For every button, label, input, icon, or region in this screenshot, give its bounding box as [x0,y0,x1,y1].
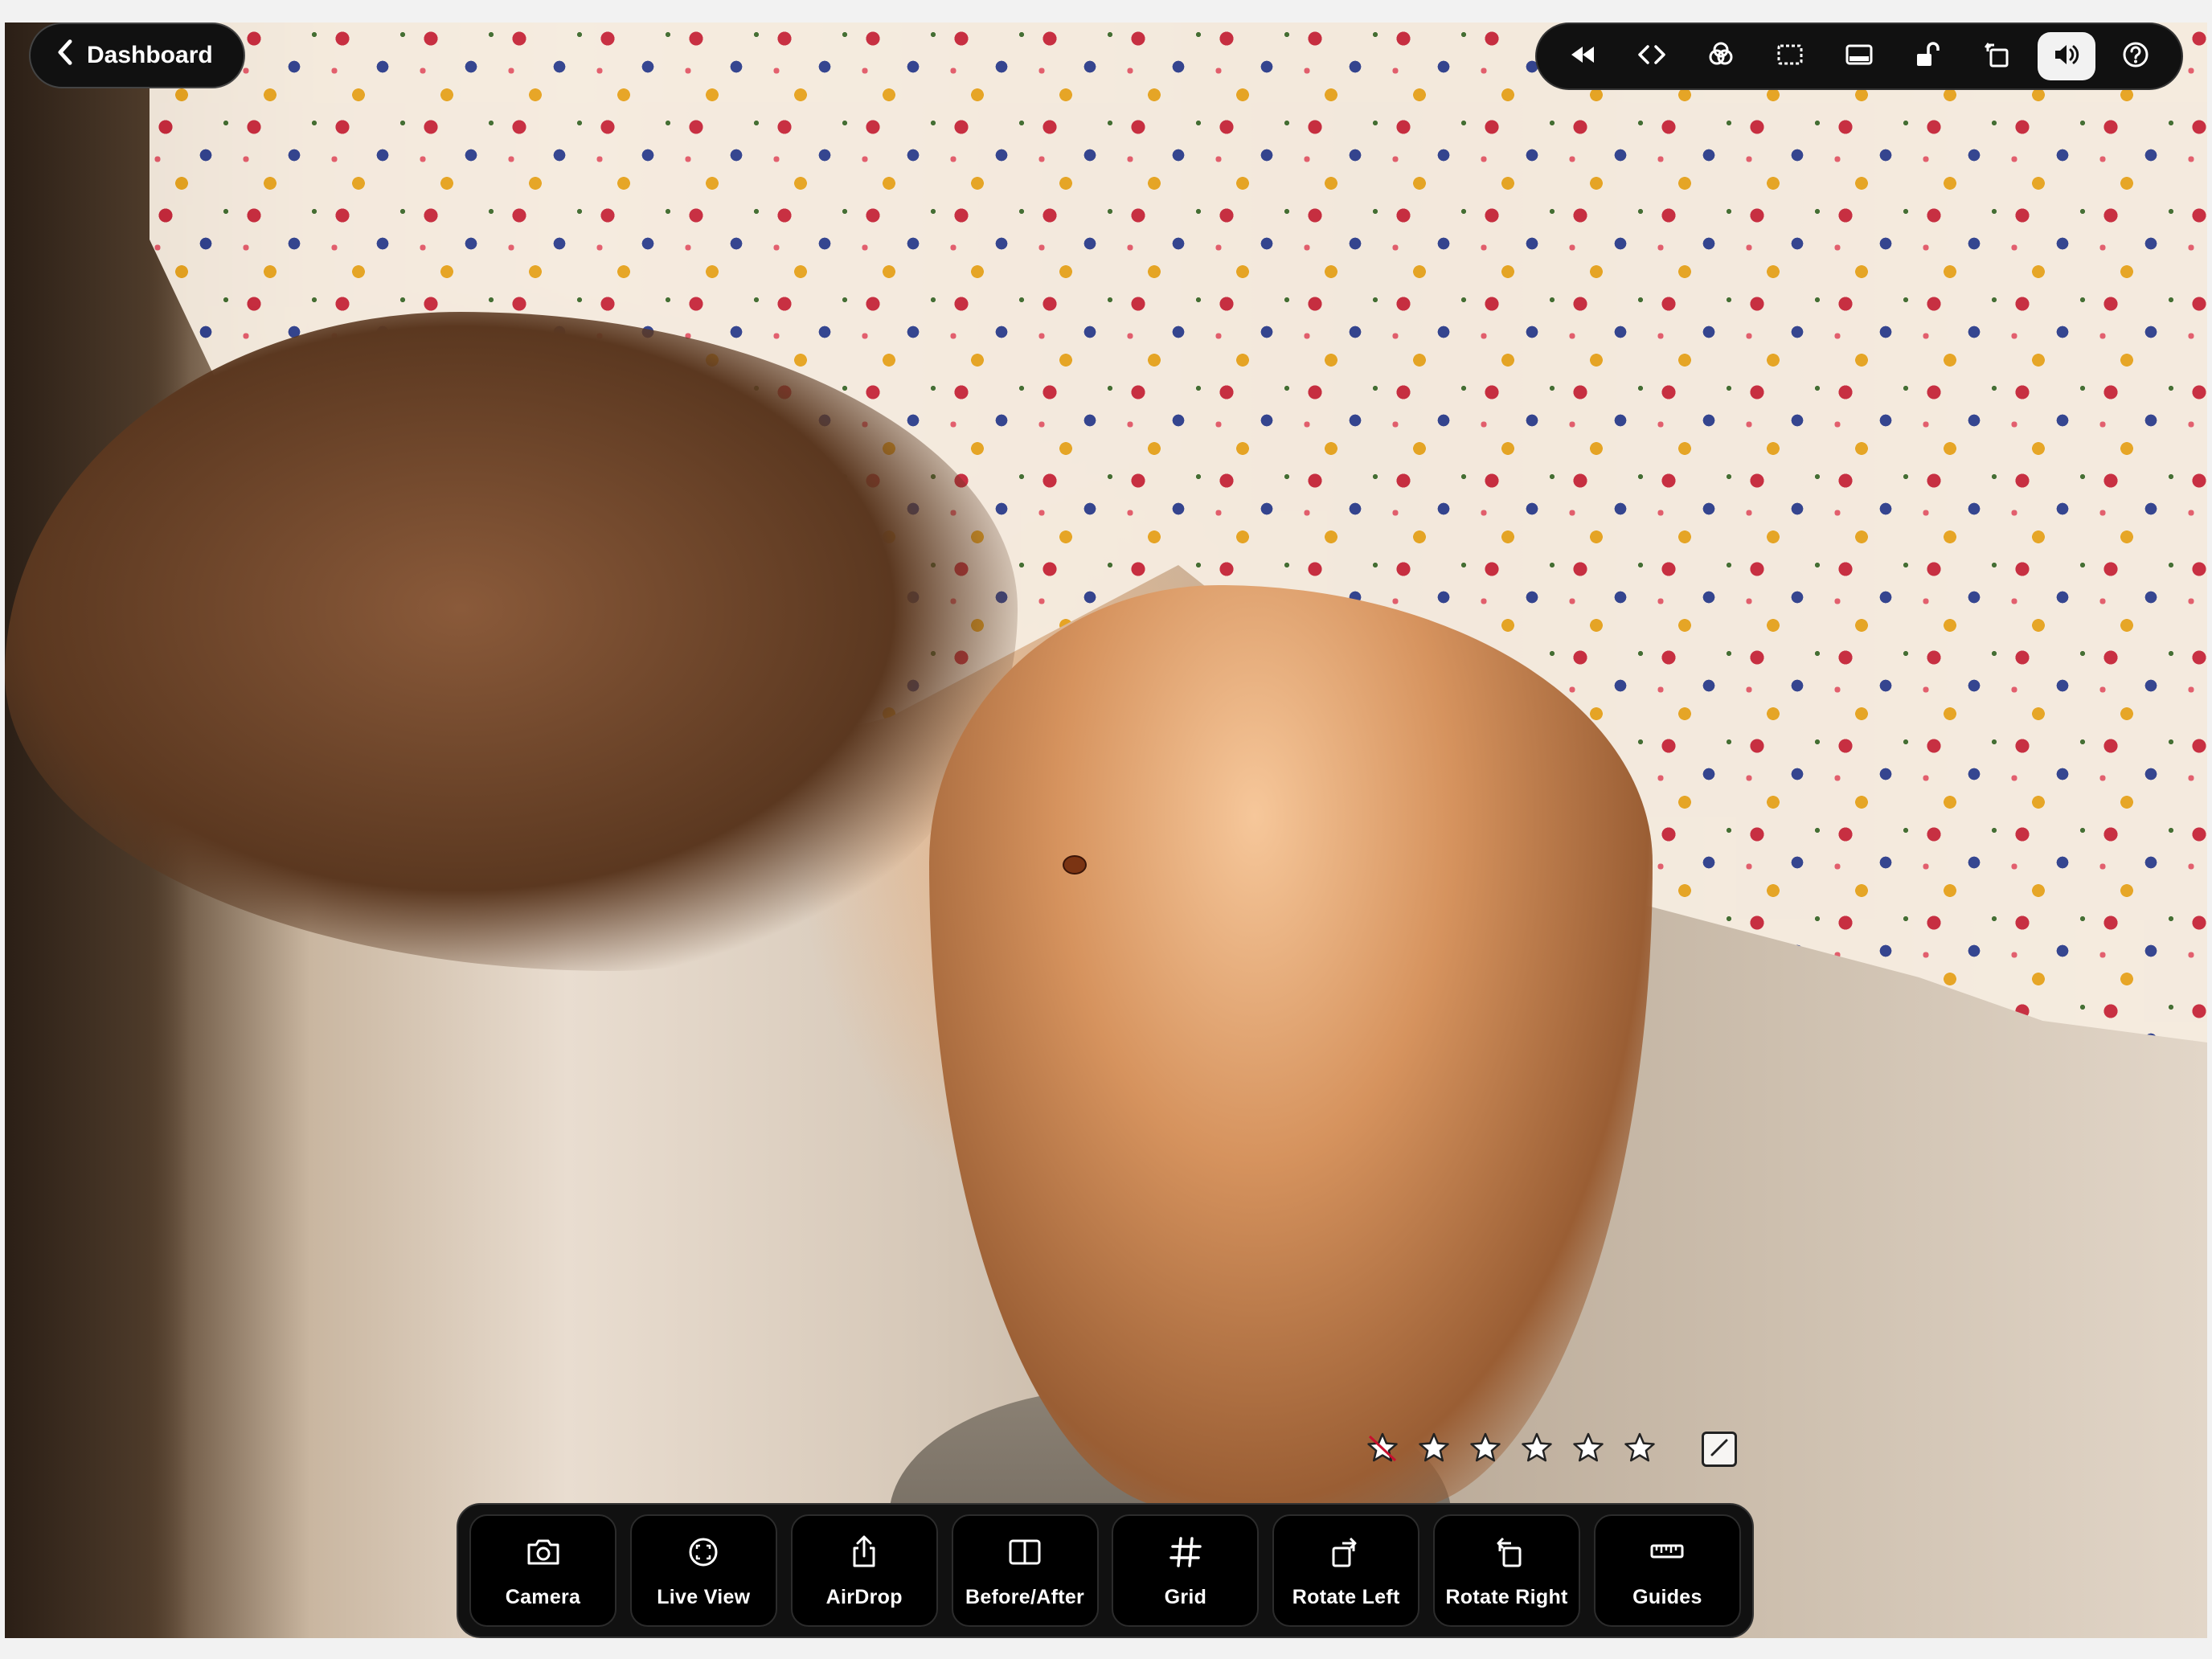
guides-label: Guides [1632,1586,1702,1608]
photo-preview [5,23,2207,1638]
star-icon [1416,1430,1452,1469]
star-icon [1519,1430,1555,1469]
camera-icon [523,1532,563,1576]
rotate-icon [1980,37,2015,76]
star-1[interactable] [1414,1429,1454,1469]
help-icon [2118,37,2153,76]
share-icon [844,1532,884,1576]
split-view-icon [1005,1532,1045,1576]
star-5[interactable] [1620,1429,1660,1469]
ruler-icon [1647,1532,1687,1576]
right-hand [929,585,1653,1509]
live-view-button[interactable]: Live View [629,1514,777,1627]
star-icon [1622,1430,1657,1469]
airdrop-label: AirDrop [825,1586,903,1608]
bottom-toolbar: Camera Live View AirDrop Before/After Gr… [457,1503,1754,1638]
reject-button[interactable] [1362,1429,1403,1469]
rotate-button[interactable] [1968,32,2026,80]
ladybug [1064,857,1085,873]
color-filter-button[interactable] [1692,32,1750,80]
rotate-left-button[interactable]: Rotate Left [1272,1514,1420,1627]
rotate-right-label: Rotate Right [1445,1586,1568,1608]
pencil-slash-icon [1707,1436,1731,1464]
reject-star-icon [1365,1430,1400,1469]
camera-label: Camera [505,1586,581,1608]
unlock-icon [1911,37,1946,76]
star-icon [1571,1430,1606,1469]
color-filter-icon [1703,37,1739,76]
unlock-button[interactable] [1899,32,1957,80]
speaker-icon [2049,37,2084,76]
before-after-label: Before/After [965,1586,1085,1608]
rotate-right-button[interactable]: Rotate Right [1433,1514,1581,1627]
chevron-left-icon [55,39,76,72]
code-button[interactable] [1623,32,1681,80]
star-rating [1362,1427,1660,1472]
grid-icon [1165,1532,1206,1576]
live-view-label: Live View [657,1586,751,1608]
help-button[interactable] [2107,32,2165,80]
top-toolbar [1535,23,2183,90]
before-after-button[interactable]: Before/After [951,1514,1099,1627]
rotate-right-icon [1487,1532,1527,1576]
star-2[interactable] [1465,1429,1505,1469]
crop-icon [1772,37,1808,76]
camera-button[interactable]: Camera [469,1514,616,1627]
rewind-icon [1565,37,1600,76]
rewind-button[interactable] [1554,32,1612,80]
rotate-left-label: Rotate Left [1292,1586,1400,1608]
star-icon [1468,1430,1503,1469]
airdrop-button[interactable]: AirDrop [790,1514,938,1627]
live-view-icon [683,1532,723,1576]
guides-button[interactable]: Guides [1593,1514,1741,1627]
crop-button[interactable] [1761,32,1819,80]
back-to-dashboard-button[interactable]: Dashboard [29,23,245,88]
grid-button[interactable]: Grid [1112,1514,1260,1627]
panel-icon [1841,37,1877,76]
code-icon [1634,37,1669,76]
back-label: Dashboard [87,42,213,68]
annotate-button[interactable] [1702,1432,1737,1467]
panel-button[interactable] [1830,32,1888,80]
sound-button[interactable] [2038,32,2095,80]
rotate-left-icon [1326,1532,1366,1576]
star-4[interactable] [1568,1429,1608,1469]
grid-label: Grid [1164,1586,1207,1608]
star-3[interactable] [1517,1429,1557,1469]
